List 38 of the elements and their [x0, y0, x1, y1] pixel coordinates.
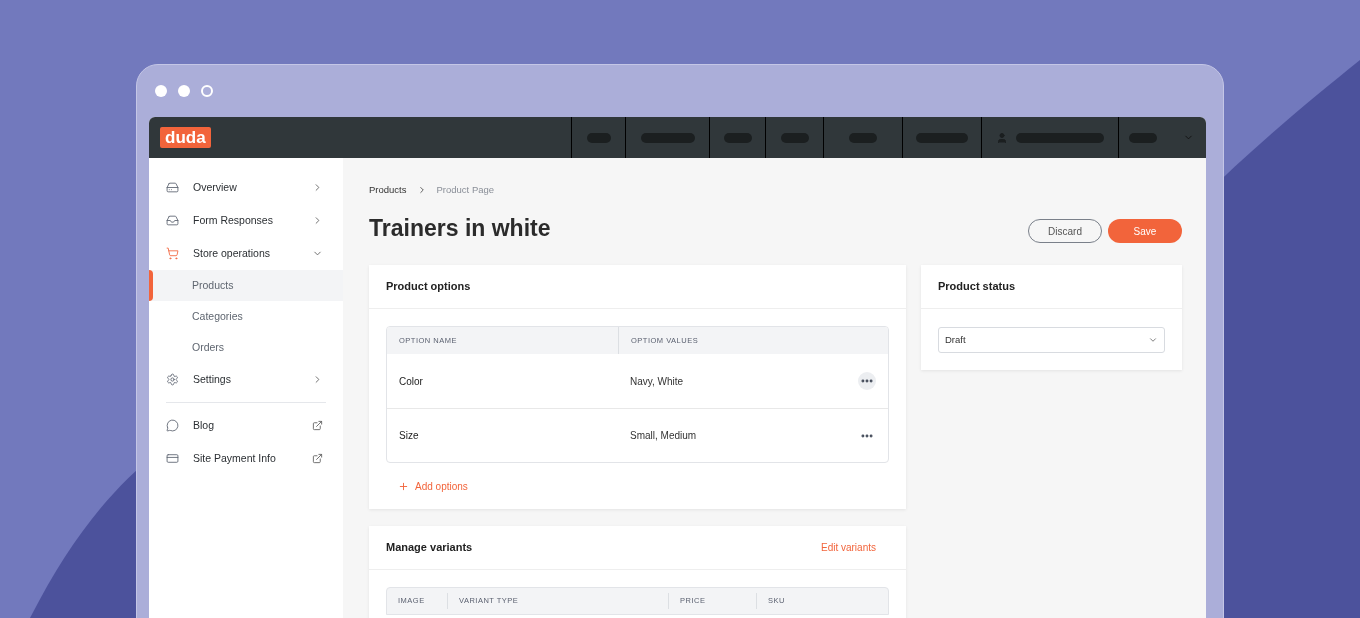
cart-icon — [166, 247, 179, 260]
active-indicator — [149, 270, 153, 301]
sidebar-item[interactable]: Site Payment Info — [149, 442, 343, 475]
breadcrumb-link[interactable]: Products — [369, 182, 407, 198]
sidebar-item[interactable]: Products — [149, 270, 343, 301]
more-button[interactable] — [858, 372, 876, 390]
gear-icon — [166, 373, 179, 386]
sidebar-item[interactable]: Categories — [149, 301, 343, 332]
nav-placeholder[interactable] — [849, 132, 877, 143]
page-title: Trainers in white — [369, 213, 551, 243]
inbox-icon — [166, 214, 179, 227]
card-icon — [166, 452, 179, 465]
nav-placeholder[interactable] — [1016, 132, 1104, 143]
card-title: Product status — [938, 279, 1015, 295]
user-icon — [996, 131, 1008, 144]
nav-placeholder[interactable] — [780, 132, 809, 143]
status-select[interactable]: Draft — [938, 327, 1165, 353]
card-title: Manage variants — [386, 540, 473, 556]
plus-icon — [398, 481, 409, 492]
sidebar-item[interactable]: Form Responses — [149, 204, 343, 237]
nav-placeholder[interactable] — [586, 132, 611, 143]
chat-bubble-icon — [166, 419, 179, 432]
table-cell-text: Size — [398, 429, 420, 443]
sidebar-item[interactable]: Settings — [149, 363, 343, 396]
nav-placeholder[interactable] — [916, 132, 968, 143]
nav-placeholder[interactable] — [723, 132, 752, 143]
sidebar-item[interactable]: Store operations — [149, 237, 343, 270]
nav-placeholder[interactable] — [640, 132, 695, 143]
chevron-down-icon — [1148, 335, 1158, 345]
sidebar-item[interactable]: Blog — [149, 409, 343, 442]
table-cell-text: Navy, White — [629, 374, 685, 389]
sidebar-item[interactable]: Orders — [149, 332, 343, 363]
nav-placeholder[interactable] — [1129, 132, 1157, 143]
card-title: Product options — [386, 279, 471, 295]
server-icon — [166, 181, 179, 194]
table-cell-text: Small, Medium — [629, 429, 698, 443]
sidebar-item[interactable]: Overview — [149, 171, 343, 204]
table-cell-text: Color — [398, 374, 424, 389]
